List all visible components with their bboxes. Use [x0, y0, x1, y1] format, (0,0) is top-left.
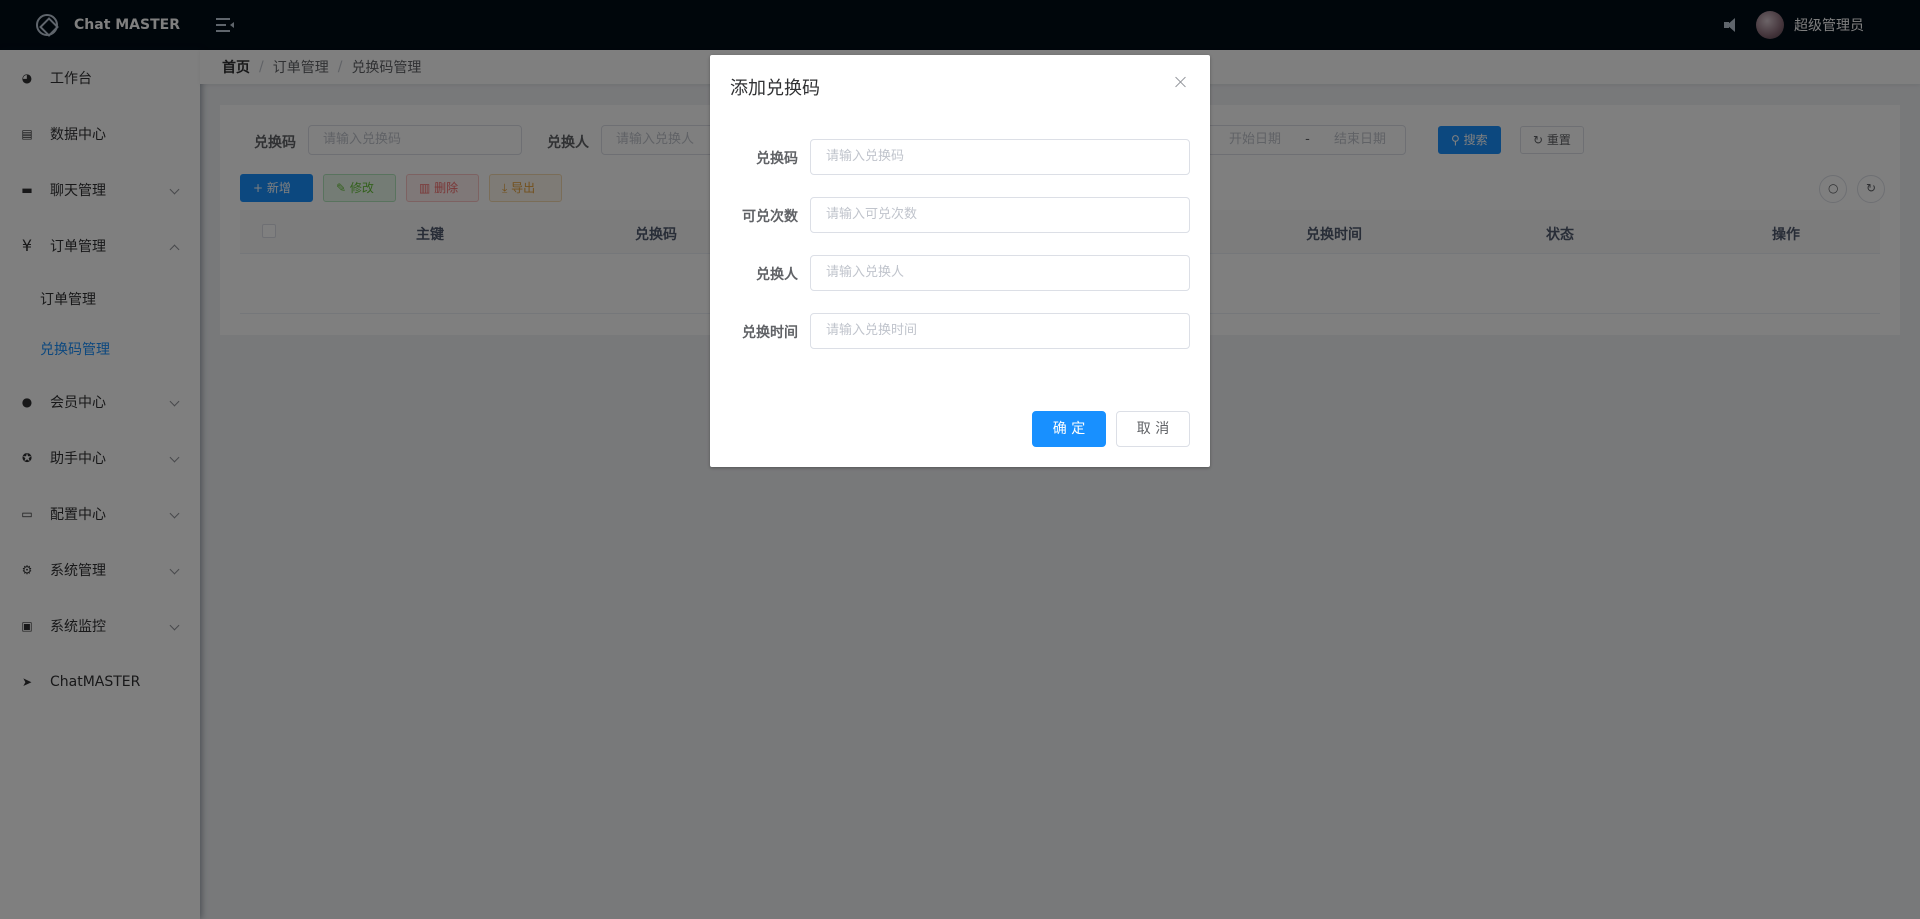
- redeem-time-input[interactable]: 请输入兑换时间: [810, 313, 1190, 349]
- form-row-code: 兑换码 请输入兑换码: [710, 139, 1210, 175]
- redeem-code-input[interactable]: 请输入兑换码: [810, 139, 1190, 175]
- field-label: 兑换时间: [742, 325, 798, 341]
- field-label: 兑换人: [756, 267, 798, 283]
- dialog-title: 添加兑换码: [730, 78, 820, 99]
- form-row-user: 兑换人 请输入兑换人: [710, 255, 1210, 291]
- confirm-button[interactable]: 确 定: [1032, 411, 1106, 447]
- form-row-time: 兑换时间 请输入兑换时间: [710, 313, 1210, 349]
- redeem-count-input[interactable]: 请输入可兑次数: [810, 197, 1190, 233]
- add-redeem-code-dialog: 添加兑换码 兑换码 请输入兑换码 可兑次数 请输入可兑次数 兑换人 请输入兑换人…: [710, 55, 1210, 467]
- close-icon[interactable]: [1174, 75, 1188, 89]
- redeem-user-input[interactable]: 请输入兑换人: [810, 255, 1190, 291]
- form-row-count: 可兑次数 请输入可兑次数: [710, 197, 1210, 233]
- field-label: 兑换码: [756, 151, 798, 167]
- field-label: 可兑次数: [742, 209, 798, 225]
- cancel-button[interactable]: 取 消: [1116, 411, 1190, 447]
